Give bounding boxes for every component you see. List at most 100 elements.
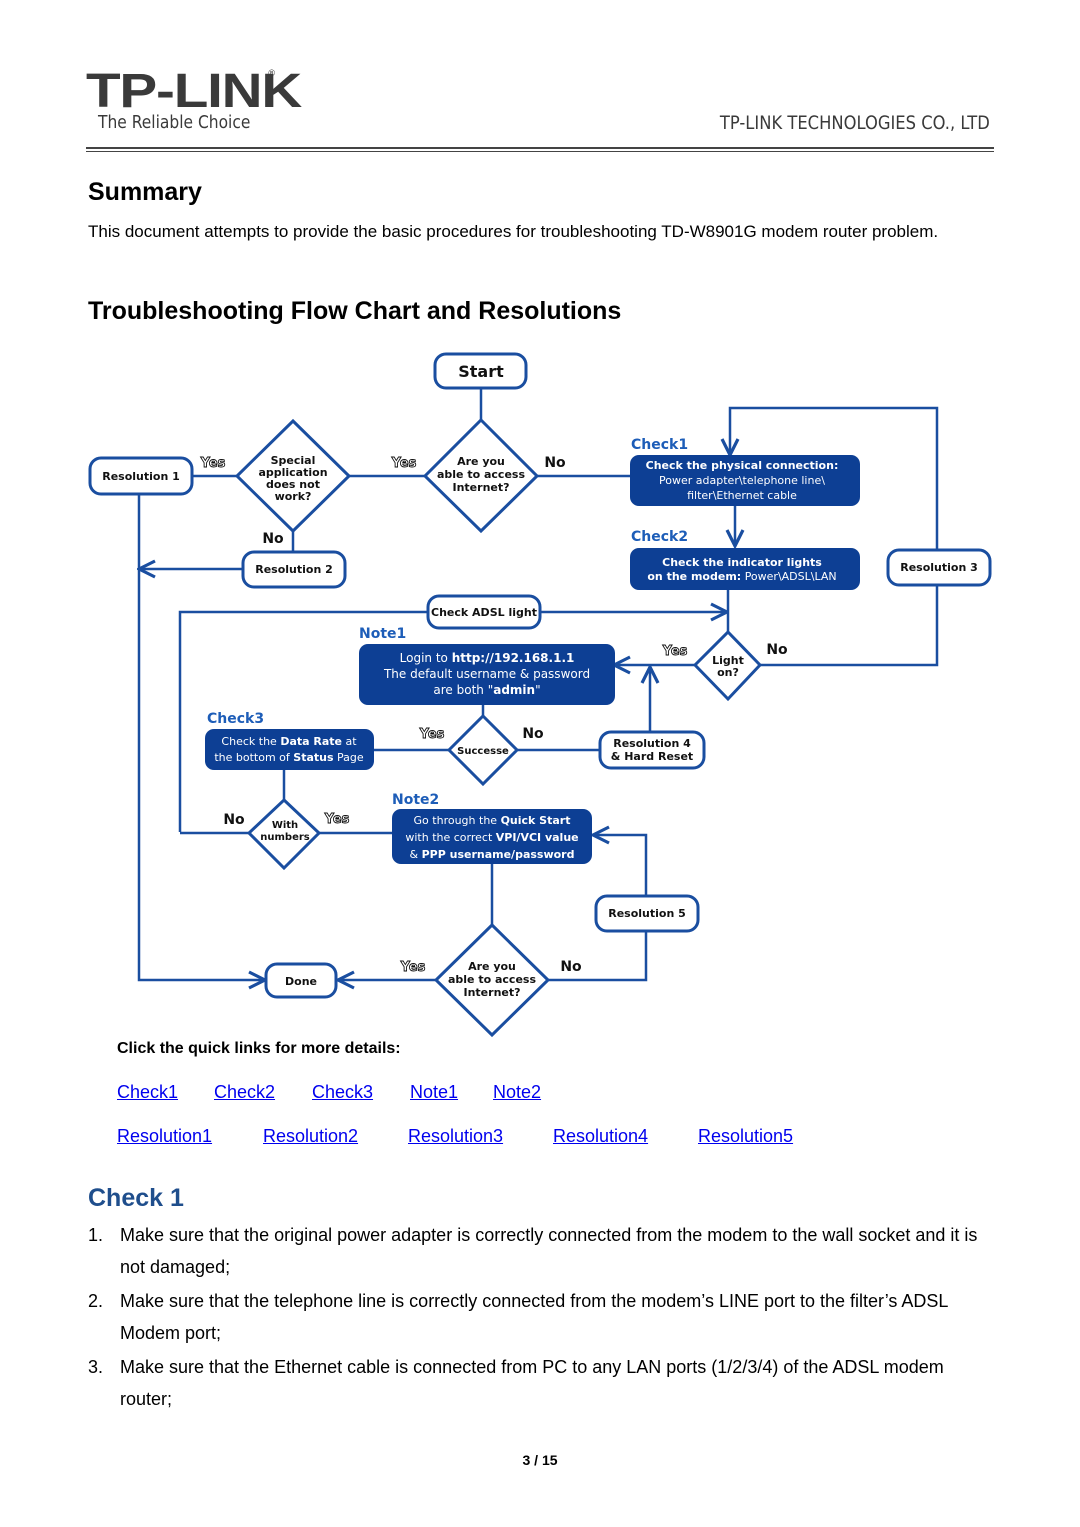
link-resolution2[interactable]: Resolution2 — [263, 1126, 358, 1147]
decision-text: With — [272, 820, 298, 831]
node-label: Done — [285, 975, 317, 988]
link-note1[interactable]: Note1 — [410, 1082, 458, 1103]
link-note2[interactable]: Note2 — [493, 1082, 541, 1103]
node-text: Check the Data Rate at — [221, 735, 357, 748]
yes-label: Yes — [324, 812, 350, 827]
node-label: Resolution 5 — [608, 907, 686, 920]
arrow — [593, 835, 648, 896]
decision-text: Internet? — [453, 481, 510, 494]
decision-text: Are you — [457, 455, 505, 468]
check2-label: Check2 — [631, 529, 688, 545]
check-adsl-light-node: Check ADSL light — [426, 594, 542, 630]
no-label: No — [766, 642, 788, 658]
node-text: The default username & password — [383, 667, 590, 681]
node-text-plain: Check the — [221, 735, 280, 748]
done-node: Done — [264, 962, 338, 999]
no-label: No — [560, 959, 582, 975]
page-number: 3 / 15 — [522, 1452, 558, 1468]
no-label: No — [544, 455, 566, 471]
step-number: 1. — [88, 1225, 104, 1245]
node-text-plain: with the correct — [405, 831, 495, 844]
resolution-5-node: Resolution 5 — [594, 894, 700, 933]
check1-node: Check the physical connection: Power ada… — [630, 455, 860, 506]
link-resolution4[interactable]: Resolution4 — [553, 1126, 648, 1147]
node-text: the bottom of Status Page — [214, 751, 364, 764]
check3-label: Check3 — [207, 711, 264, 727]
summary-heading: Summary — [88, 178, 202, 206]
node-text-bold: admin — [493, 683, 535, 697]
node-text-bold: Data Rate — [280, 735, 342, 748]
company-name: TP-LINK TECHNOLOGIES CO., LTD — [720, 112, 990, 134]
step-text: Make sure that the original power adapte… — [120, 1225, 978, 1277]
check1-heading: Check 1 — [88, 1184, 184, 1212]
node-text: Check the physical connection: — [646, 459, 839, 472]
node-label: Resolution 4 — [613, 737, 691, 750]
step-item: 1. Make sure that the original power adap… — [88, 1219, 998, 1283]
yes-label: Yes — [391, 456, 417, 471]
decision-text: on? — [717, 666, 739, 679]
node-text-plain: Login to — [400, 651, 452, 665]
start-node: Start — [433, 352, 528, 390]
decision-text: Internet? — [464, 986, 521, 999]
header-rule-thin — [86, 151, 994, 152]
logo-tagline: The Reliable Choice — [98, 112, 251, 133]
check1-steps: 1. Make sure that the original power adap… — [88, 1219, 998, 1417]
header-rule — [86, 147, 994, 149]
yes-label: Yes — [200, 456, 226, 471]
node-label: & Hard Reset — [611, 750, 693, 763]
node-text: are both "admin" — [433, 683, 540, 697]
yes-label: Yes — [400, 960, 426, 975]
node-text-plain: Go through the — [414, 814, 501, 827]
logo-wordmark: TP-LINK — [86, 65, 302, 118]
decision-text: able to access — [437, 468, 525, 481]
check2-node: Check the indicator lights on the modem:… — [630, 548, 860, 590]
note1-node: Login to http://192.168.1.1 The default … — [359, 644, 615, 705]
node-text: Login to http://192.168.1.1 — [400, 651, 575, 665]
link-check3[interactable]: Check3 — [312, 1082, 373, 1103]
decision-with-numbers: With numbers — [246, 797, 322, 871]
decision-text: work? — [275, 490, 312, 503]
summary-text: This document attempts to provide the ba… — [88, 222, 939, 241]
no-label: No — [223, 812, 245, 828]
node-label: Resolution 3 — [900, 561, 978, 574]
node-text: with the correct VPI/VCI value — [405, 831, 578, 844]
resolution-4-node: Resolution 4 & Hard Reset — [598, 730, 706, 770]
note2-node: Go through the Quick Start with the corr… — [392, 809, 592, 864]
decision-access-internet-1: Are you able to access Internet? — [422, 417, 540, 534]
link-check2[interactable]: Check2 — [214, 1082, 275, 1103]
node-text-plain: & — [410, 848, 422, 861]
decision-light-on: Light on? — [692, 629, 763, 702]
decision-success: Successe — [446, 713, 520, 787]
decision-access-internet-2: Are you able to access Internet? — [433, 922, 551, 1038]
node-text: & PPP username/password — [410, 848, 575, 861]
step-number: 3. — [88, 1357, 104, 1377]
flowchart-heading: Troubleshooting Flow Chart and Resolutio… — [88, 297, 622, 325]
node-text: filter\Ethernet cable — [687, 489, 797, 502]
resolution-2-node: Resolution 2 — [241, 550, 347, 589]
node-text-bold: VPI/VCI value — [496, 831, 579, 844]
link-check1[interactable]: Check1 — [117, 1082, 178, 1103]
node-text-bold: PPP username/password — [422, 848, 575, 861]
node-text-bold: http://192.168.1.1 — [452, 651, 575, 665]
no-label: No — [522, 726, 544, 742]
decision-text: Are you — [468, 960, 516, 973]
decision-text: numbers — [260, 832, 310, 843]
node-text-bold: on the modem: — [647, 570, 741, 583]
note1-label: Note1 — [359, 626, 406, 642]
step-item: 3. Make sure that the Ethernet cable is c… — [88, 1351, 998, 1415]
node-label: Resolution 1 — [102, 470, 180, 483]
node-text: Check the indicator lights — [662, 556, 822, 569]
node-text-plain: are both " — [433, 683, 493, 697]
node-text: on the modem: Power\ADSL\LAN — [647, 570, 836, 583]
link-resolution5[interactable]: Resolution5 — [698, 1126, 793, 1147]
link-resolution3[interactable]: Resolution3 — [408, 1126, 503, 1147]
step-text: Make sure that the Ethernet cable is con… — [120, 1357, 944, 1409]
link-resolution1[interactable]: Resolution1 — [117, 1126, 212, 1147]
node-text-bold: Quick Start — [501, 814, 571, 827]
step-text: Make sure that the telephone line is cor… — [120, 1291, 948, 1343]
decision-text: Successe — [457, 746, 509, 757]
node-label: Check ADSL light — [431, 606, 537, 619]
troubleshooting-flowchart: Start Are you able to access Internet? S… — [88, 352, 992, 1038]
node-text-plain: " — [535, 683, 541, 697]
no-label: No — [262, 531, 284, 547]
